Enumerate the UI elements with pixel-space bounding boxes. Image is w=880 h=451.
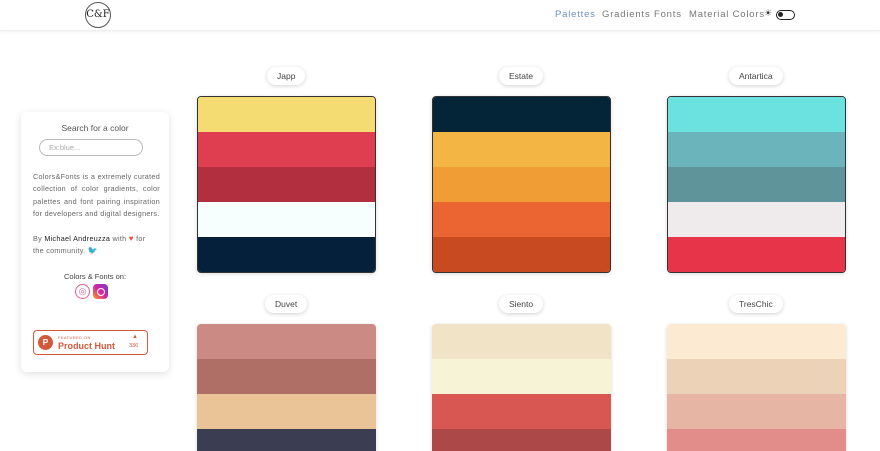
nav-material-colors[interactable]: Material Colors bbox=[689, 9, 765, 20]
color-swatch[interactable] bbox=[198, 167, 375, 202]
color-swatch[interactable] bbox=[198, 237, 375, 272]
product-hunt-icon: P bbox=[38, 335, 53, 350]
top-navbar: C&F Palettes Gradients Fonts Material Co… bbox=[0, 0, 880, 31]
color-swatch[interactable] bbox=[432, 429, 611, 451]
color-swatch[interactable] bbox=[433, 97, 610, 132]
color-swatch[interactable] bbox=[433, 237, 610, 272]
color-swatch[interactable] bbox=[432, 394, 611, 429]
author-line: By Michael Andreuzza with ♥ for the comm… bbox=[33, 233, 163, 258]
author-link[interactable]: Michael Andreuzza bbox=[44, 234, 110, 243]
color-swatch[interactable] bbox=[667, 324, 846, 359]
about-text: Colors&Fonts is a extremely curated coll… bbox=[33, 172, 160, 218]
palette-name-duvet[interactable]: Duvet bbox=[265, 295, 308, 313]
nav-gradients[interactable]: Gradients bbox=[602, 9, 650, 20]
color-swatch[interactable] bbox=[197, 429, 376, 451]
upvote-arrow-icon: ▲ bbox=[132, 334, 138, 340]
color-swatch[interactable] bbox=[198, 132, 375, 167]
with-text: with bbox=[112, 234, 127, 243]
palette-card-estate[interactable] bbox=[432, 96, 611, 273]
color-swatch[interactable] bbox=[668, 132, 845, 167]
color-swatch[interactable] bbox=[432, 324, 611, 359]
twitter-icon[interactable]: 🐦 bbox=[88, 246, 98, 255]
heart-icon: ♥ bbox=[128, 234, 134, 243]
nav-fonts[interactable]: Fonts bbox=[654, 9, 682, 20]
sun-icon: ☀ bbox=[764, 8, 773, 18]
palette-name-treschic[interactable]: TresChic bbox=[729, 295, 783, 313]
product-hunt-badge[interactable]: P FEATURED ON Product Hunt ▲ 336 bbox=[33, 330, 148, 355]
color-swatch[interactable] bbox=[667, 394, 846, 429]
color-swatch[interactable] bbox=[667, 429, 846, 451]
toggle-knob bbox=[778, 12, 783, 17]
social-title: Colors & Fonts on: bbox=[63, 272, 127, 281]
instagram-icon[interactable] bbox=[93, 284, 108, 299]
product-hunt-label: Product Hunt bbox=[58, 341, 115, 351]
color-swatch[interactable] bbox=[667, 359, 846, 394]
color-swatch[interactable] bbox=[198, 97, 375, 132]
palette-card-treschic[interactable] bbox=[667, 324, 846, 451]
logo[interactable]: C&F bbox=[85, 2, 111, 28]
community-text: the community. bbox=[33, 246, 86, 256]
by-prefix: By bbox=[33, 234, 42, 243]
palette-card-siento[interactable] bbox=[432, 324, 611, 451]
search-title: Search for a color bbox=[61, 123, 129, 133]
palette-card-japp[interactable] bbox=[197, 96, 376, 273]
color-swatch[interactable] bbox=[197, 324, 376, 359]
theme-toggle[interactable] bbox=[776, 10, 795, 20]
color-swatch[interactable] bbox=[432, 359, 611, 394]
search-input[interactable] bbox=[39, 139, 143, 156]
palette-card-antartica[interactable] bbox=[667, 96, 846, 273]
palette-name-japp[interactable]: Japp bbox=[267, 67, 306, 85]
color-swatch[interactable] bbox=[668, 237, 845, 272]
palette-card-duvet[interactable] bbox=[197, 324, 376, 451]
color-swatch[interactable] bbox=[433, 167, 610, 202]
palette-name-estate[interactable]: Estate bbox=[499, 67, 544, 85]
nav-palettes[interactable]: Palettes bbox=[555, 9, 596, 20]
color-swatch[interactable] bbox=[668, 167, 845, 202]
color-swatch[interactable] bbox=[668, 202, 845, 237]
color-swatch[interactable] bbox=[433, 132, 610, 167]
dribbble-icon[interactable]: ◎ bbox=[75, 284, 90, 299]
sidebar-card: Search for a color Colors&Fonts is a ext… bbox=[21, 112, 169, 372]
color-swatch[interactable] bbox=[198, 202, 375, 237]
upvote-count: 336 bbox=[129, 343, 139, 349]
featured-on-label: FEATURED ON bbox=[58, 335, 91, 340]
color-swatch[interactable] bbox=[197, 359, 376, 394]
for-text: for bbox=[136, 234, 146, 243]
color-swatch[interactable] bbox=[668, 97, 845, 132]
color-swatch[interactable] bbox=[197, 394, 376, 429]
palette-name-antartica[interactable]: Antartica bbox=[729, 67, 783, 85]
palette-name-siento[interactable]: Siento bbox=[499, 295, 544, 313]
color-swatch[interactable] bbox=[433, 202, 610, 237]
